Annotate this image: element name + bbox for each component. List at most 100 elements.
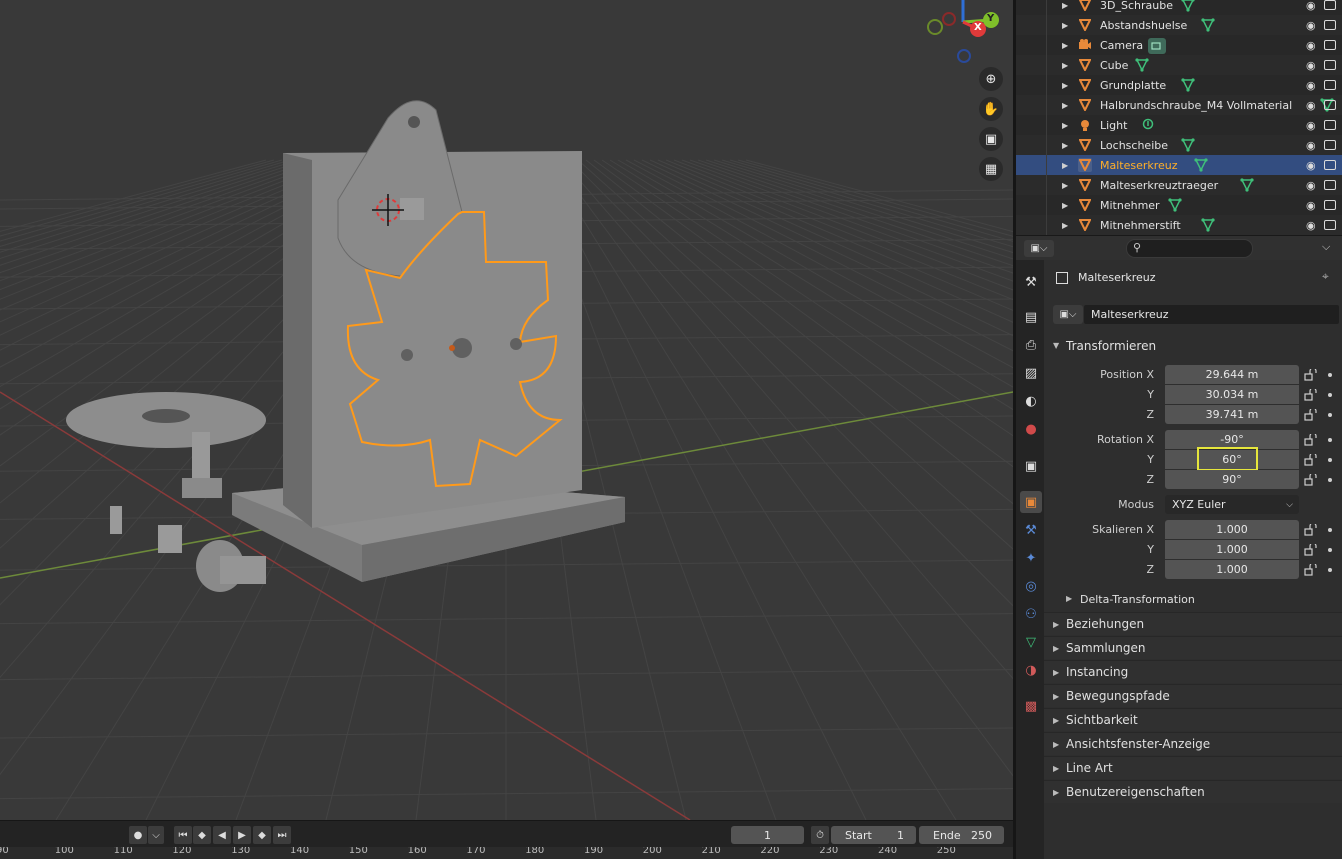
- tab-output-icon[interactable]: ⎙: [1020, 334, 1042, 356]
- eye-visibility-icon[interactable]: ◉: [1306, 79, 1316, 92]
- editor-type-button[interactable]: ▣⌵: [1024, 240, 1054, 257]
- keyframe-dot-icon[interactable]: [1328, 393, 1332, 397]
- expand-closed-icon[interactable]: ▶: [1062, 141, 1068, 150]
- expand-closed-icon[interactable]: ▶: [1062, 41, 1068, 50]
- expand-closed-icon[interactable]: ▶: [1062, 21, 1068, 30]
- outliner-row-cube[interactable]: ▶ Cube ◉: [1016, 55, 1342, 75]
- mesh-data-icon[interactable]: [1201, 218, 1215, 232]
- expand-closed-icon[interactable]: ▶: [1062, 1, 1068, 10]
- lock-icon[interactable]: [1304, 522, 1317, 536]
- render-camera-icon[interactable]: [1324, 200, 1336, 210]
- rotation-mode-dropdown[interactable]: XYZ Euler ⌵: [1165, 495, 1299, 514]
- camera-view-icon[interactable]: ▣: [979, 127, 1003, 151]
- outliner-row-light[interactable]: ▶ Light ◉: [1016, 115, 1342, 135]
- mesh-data-icon[interactable]: [1181, 138, 1195, 152]
- prev-keyframe-icon[interactable]: ◆: [193, 826, 211, 844]
- tab-render-icon[interactable]: ▤: [1020, 306, 1042, 328]
- expand-closed-icon[interactable]: ▶: [1062, 61, 1068, 70]
- mesh-data-icon[interactable]: [1168, 198, 1182, 212]
- render-camera-icon[interactable]: [1324, 180, 1336, 190]
- render-camera-icon[interactable]: [1324, 0, 1336, 10]
- zoom-icon[interactable]: ⊕: [979, 67, 1003, 91]
- lock-icon[interactable]: [1304, 452, 1317, 466]
- expand-closed-icon[interactable]: ▶: [1062, 101, 1068, 110]
- outliner-row-lochscheibe[interactable]: ▶ Lochscheibe ◉: [1016, 135, 1342, 155]
- tab-material-icon[interactable]: ◑: [1020, 659, 1042, 681]
- hand-pan-icon[interactable]: ✋: [979, 97, 1003, 121]
- panel-sammlungen[interactable]: ▶ Sammlungen: [1044, 636, 1342, 659]
- render-camera-icon[interactable]: [1324, 100, 1336, 110]
- lock-icon[interactable]: [1304, 432, 1317, 446]
- outliner-row-mitnehmer[interactable]: ▶ Mitnehmer ◉: [1016, 195, 1342, 215]
- options-dropdown-icon[interactable]: ⌵: [1322, 240, 1330, 254]
- panel-benutzereigenschaften[interactable]: ▶ Benutzereigenschaften: [1044, 780, 1342, 803]
- navigation-gizmo[interactable]: X Y: [920, 0, 1010, 66]
- location-z-field[interactable]: 39.741 m: [1165, 405, 1299, 424]
- mesh-data-icon[interactable]: [1201, 18, 1215, 32]
- location-x-field[interactable]: 29.644 m: [1165, 365, 1299, 384]
- timeline-ruler[interactable]: 90 100 110 120 130 140 150 160 170 180 190 200 210 22…: [0, 847, 1013, 859]
- lock-icon[interactable]: [1304, 562, 1317, 576]
- outliner-row-abstandshuelse[interactable]: ▶ Abstandshuelse ◉: [1016, 15, 1342, 35]
- eye-visibility-icon[interactable]: ◉: [1306, 219, 1316, 232]
- stopwatch-icon[interactable]: ⏱: [811, 826, 829, 844]
- panel-sichtbarkeit[interactable]: ▶ Sichtbarkeit: [1044, 708, 1342, 731]
- lock-icon[interactable]: [1304, 407, 1317, 421]
- tab-view-layer-icon[interactable]: ▨: [1020, 362, 1042, 384]
- current-frame-field[interactable]: 1: [731, 826, 804, 844]
- object-name-field[interactable]: Malteserkreuz: [1084, 305, 1339, 324]
- tab-particles-icon[interactable]: ✦: [1020, 547, 1042, 569]
- play-icon[interactable]: ▶: [233, 826, 251, 844]
- mesh-data-icon[interactable]: [1181, 78, 1195, 92]
- tab-physics-icon[interactable]: ◎: [1020, 575, 1042, 597]
- render-camera-icon[interactable]: [1324, 220, 1336, 230]
- rotation-z-field[interactable]: 90°: [1165, 470, 1299, 489]
- delta-transform-subpanel[interactable]: ▶ Delta-Transformation: [1044, 590, 1342, 610]
- 3d-viewport[interactable]: X Y ⊕ ✋ ▣ ▦: [0, 0, 1013, 820]
- render-camera-icon[interactable]: [1324, 80, 1336, 90]
- lock-icon[interactable]: [1304, 387, 1317, 401]
- outliner-row-malteserkreuztraeger[interactable]: ▶ Malteserkreuztraeger ◉: [1016, 175, 1342, 195]
- render-camera-icon[interactable]: [1324, 60, 1336, 70]
- lock-icon[interactable]: [1304, 472, 1317, 486]
- expand-closed-icon[interactable]: ▶: [1062, 121, 1068, 130]
- grid-perspective-icon[interactable]: ▦: [979, 157, 1003, 181]
- expand-closed-icon[interactable]: ▶: [1062, 161, 1068, 170]
- outliner-row-camera[interactable]: ▶ Camera ◉: [1016, 35, 1342, 55]
- eye-visibility-icon[interactable]: ◉: [1306, 0, 1316, 12]
- play-reverse-icon[interactable]: ◀: [213, 826, 231, 844]
- panel-bewegungspfade[interactable]: ▶ Bewegungspfade: [1044, 684, 1342, 707]
- keyframe-dot-icon[interactable]: [1328, 548, 1332, 552]
- keyframe-dot-icon[interactable]: [1328, 478, 1332, 482]
- lock-icon[interactable]: [1304, 367, 1317, 381]
- expand-closed-icon[interactable]: ▶: [1062, 81, 1068, 90]
- eye-visibility-icon[interactable]: ◉: [1306, 139, 1316, 152]
- expand-closed-icon[interactable]: ▶: [1062, 181, 1068, 190]
- keyframe-dot-icon[interactable]: [1328, 528, 1332, 532]
- eye-visibility-icon[interactable]: ◉: [1306, 199, 1316, 212]
- render-camera-icon[interactable]: [1324, 40, 1336, 50]
- start-frame-field[interactable]: Start 1: [831, 826, 916, 844]
- jump-end-icon[interactable]: ⏭: [273, 826, 291, 844]
- next-keyframe-icon[interactable]: ◆: [253, 826, 271, 844]
- tab-tool-icon[interactable]: ⚒: [1020, 271, 1042, 293]
- tab-scene-icon[interactable]: ◐: [1020, 390, 1042, 412]
- outliner-row-halbrundschraube-m4-vollmaterial[interactable]: ▶ Halbrundschraube_M4 Vollmaterial ◉: [1016, 95, 1342, 115]
- properties-search-input[interactable]: ⚲: [1126, 239, 1253, 258]
- keyframe-menu-icon[interactable]: ⌵: [148, 826, 164, 844]
- render-camera-icon[interactable]: [1324, 120, 1336, 130]
- render-camera-icon[interactable]: [1324, 160, 1336, 170]
- lock-icon[interactable]: [1304, 542, 1317, 556]
- keyframe-dot-icon[interactable]: [1328, 438, 1332, 442]
- tab-texture-icon[interactable]: ▩: [1020, 695, 1042, 717]
- panel-instancing[interactable]: ▶ Instancing: [1044, 660, 1342, 683]
- mesh-data-icon[interactable]: [1194, 158, 1208, 172]
- render-camera-icon[interactable]: [1324, 140, 1336, 150]
- tab-object-icon[interactable]: ▣: [1020, 491, 1042, 513]
- tab-collection-icon[interactable]: ▣: [1020, 455, 1042, 477]
- outliner[interactable]: ▶ 3D_Schraube ◉ ▶ Abstandshuelse ◉ ▶ Camera ◉ ▶ Cu…: [1016, 0, 1342, 235]
- render-camera-icon[interactable]: [1324, 20, 1336, 30]
- keyframe-dot-icon[interactable]: [1328, 568, 1332, 572]
- panel-beziehungen[interactable]: ▶ Beziehungen: [1044, 612, 1342, 635]
- keyframe-dot-icon[interactable]: [1328, 373, 1332, 377]
